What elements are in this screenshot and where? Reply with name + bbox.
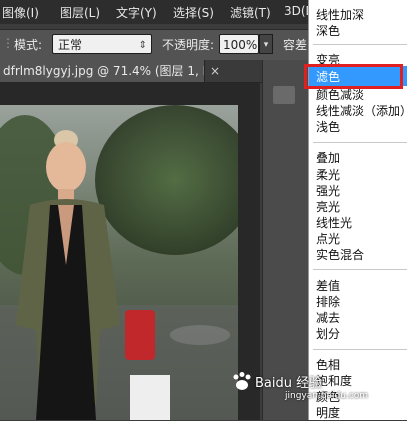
- blend-luminosity[interactable]: 明度: [316, 404, 340, 421]
- document-tab[interactable]: dfrlm8lygyj.jpg @ 71.4% (图层 1, RG...: [0, 60, 205, 82]
- blend-divide[interactable]: 划分: [316, 325, 340, 342]
- canvas-photo: [0, 105, 238, 420]
- menu-type[interactable]: 文字(Y): [116, 4, 157, 21]
- blend-exclusion[interactable]: 排除: [316, 293, 340, 310]
- menu-select[interactable]: 选择(S): [173, 4, 214, 21]
- blend-soft-light[interactable]: 柔光: [316, 166, 340, 183]
- opacity-dropdown-button[interactable]: ▾: [259, 34, 273, 54]
- watermark: Baidu 经验 jingyan.baidu.com: [255, 372, 368, 401]
- blend-linear-light[interactable]: 线性光: [316, 214, 352, 231]
- document-tab-title: dfrlm8lygyj.jpg @ 71.4% (图层 1, RG...: [3, 64, 204, 78]
- blend-lighter-color[interactable]: 浅色: [316, 118, 340, 135]
- blend-pin-light[interactable]: 点光: [316, 230, 340, 247]
- blend-vivid-light[interactable]: 亮光: [316, 198, 340, 215]
- tolerance-label: 容差: [283, 38, 308, 52]
- mode-label: 模式:: [14, 38, 43, 52]
- menu-divider: [313, 44, 407, 45]
- updown-arrow-icon: ⇕: [138, 40, 147, 51]
- menu-filter[interactable]: 滤镜(T): [230, 4, 271, 21]
- chevron-down-icon: ▾: [263, 40, 269, 50]
- opacity-label: 不透明度:: [162, 38, 215, 52]
- options-divider: ⋮: [2, 36, 14, 50]
- menu-divider: [313, 349, 407, 350]
- blend-hard-mix[interactable]: 实色混合: [316, 246, 364, 263]
- blend-difference[interactable]: 差值: [316, 277, 340, 294]
- annotation-highlight-box: [304, 64, 403, 89]
- blend-darker-color[interactable]: 深色: [316, 22, 340, 39]
- blend-mode-menu: 线性加深 深色 变亮 滤色 颜色减淡 线性减淡（添加） 浅色 叠加 柔光 强光 …: [308, 0, 407, 420]
- blend-overlay[interactable]: 叠加: [316, 149, 340, 166]
- blend-hue[interactable]: 色相: [316, 356, 340, 373]
- mode-value: 正常: [58, 38, 83, 52]
- close-icon[interactable]: ×: [210, 64, 220, 78]
- mode-select[interactable]: 正常 ⇕: [52, 34, 152, 54]
- opacity-input[interactable]: 100%: [219, 34, 259, 54]
- baidu-paw-icon: [233, 372, 251, 390]
- menu-divider: [313, 142, 407, 143]
- menu-image[interactable]: 图像(I): [2, 4, 39, 21]
- blend-linear-burn[interactable]: 线性加深: [316, 6, 364, 23]
- panel-strip: [262, 60, 309, 420]
- watermark-url: jingyan.baidu.com: [285, 391, 369, 401]
- watermark-text: Baidu 经验: [255, 376, 323, 391]
- menu-layer[interactable]: 图层(L): [60, 4, 100, 21]
- opacity-value: 100%: [223, 38, 258, 52]
- blend-linear-dodge[interactable]: 线性减淡（添加）: [316, 102, 407, 119]
- blend-subtract[interactable]: 减去: [316, 309, 340, 326]
- blend-hard-light[interactable]: 强光: [316, 182, 340, 199]
- menu-divider: [313, 269, 407, 270]
- panel-icon[interactable]: [273, 86, 295, 104]
